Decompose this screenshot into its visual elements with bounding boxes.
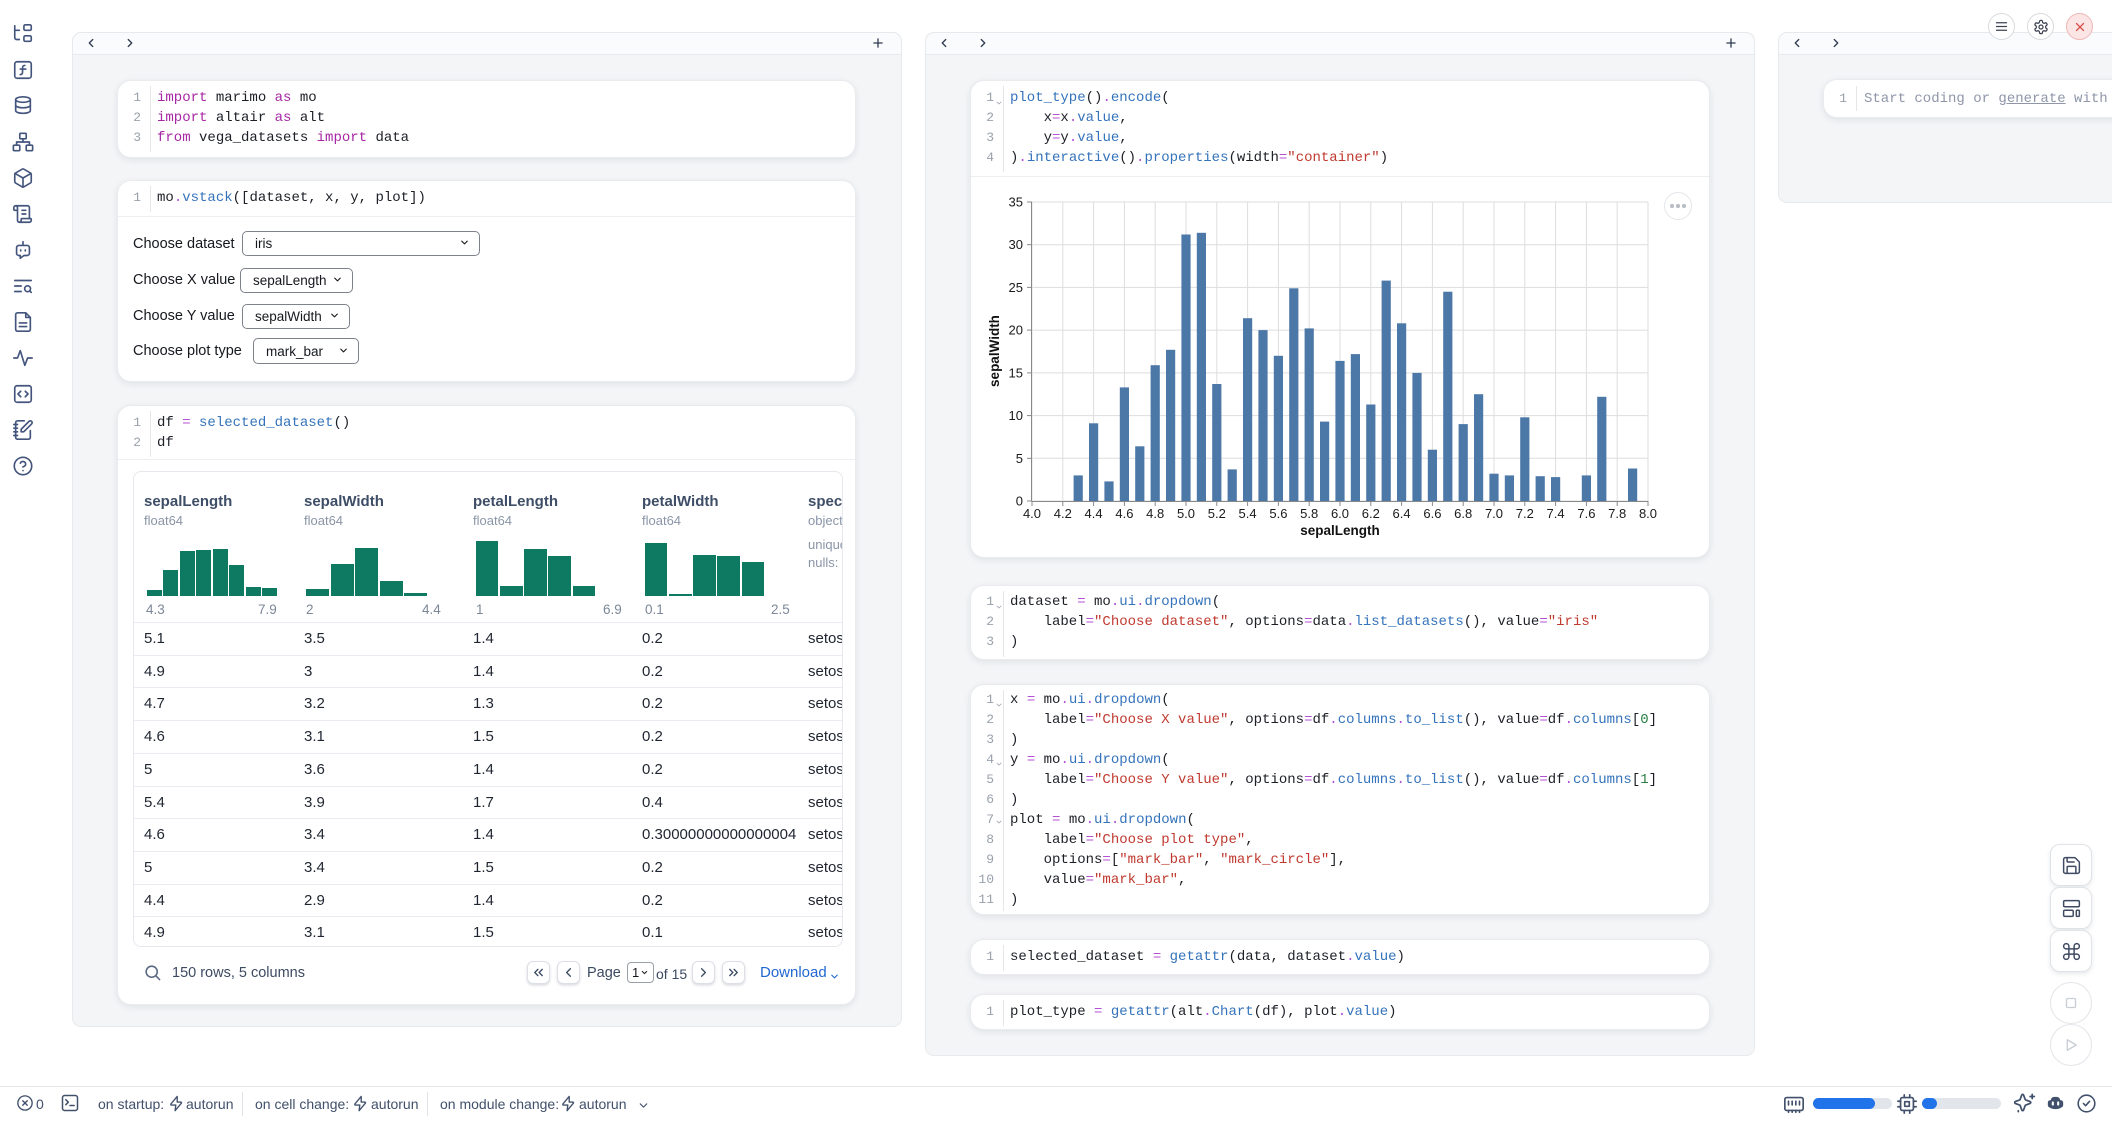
svg-text:4.8: 4.8 <box>1146 506 1164 521</box>
svg-text:15: 15 <box>1009 365 1023 380</box>
svg-text:6.0: 6.0 <box>1331 506 1349 521</box>
svg-text:5: 5 <box>1016 451 1023 466</box>
svg-text:7.2: 7.2 <box>1516 506 1534 521</box>
svg-text:10: 10 <box>1009 408 1023 423</box>
svg-text:4.4: 4.4 <box>1085 506 1103 521</box>
svg-text:sepalLength: sepalLength <box>1300 523 1380 538</box>
svg-text:8.0: 8.0 <box>1639 506 1657 521</box>
svg-text:5.8: 5.8 <box>1300 506 1318 521</box>
svg-text:35: 35 <box>1009 195 1023 210</box>
svg-text:5.4: 5.4 <box>1239 506 1257 521</box>
svg-text:0: 0 <box>1016 494 1023 509</box>
svg-text:7.4: 7.4 <box>1547 506 1565 521</box>
svg-text:25: 25 <box>1009 280 1023 295</box>
svg-text:7.6: 7.6 <box>1577 506 1595 521</box>
svg-text:6.4: 6.4 <box>1393 506 1411 521</box>
svg-text:4.0: 4.0 <box>1023 506 1041 521</box>
svg-text:5.6: 5.6 <box>1269 506 1287 521</box>
svg-text:7.8: 7.8 <box>1608 506 1626 521</box>
svg-text:5.0: 5.0 <box>1177 506 1195 521</box>
svg-text:20: 20 <box>1009 323 1023 338</box>
svg-text:30: 30 <box>1009 237 1023 252</box>
svg-text:sepalWidth: sepalWidth <box>987 315 1002 387</box>
svg-text:6.8: 6.8 <box>1454 506 1472 521</box>
svg-text:6.6: 6.6 <box>1423 506 1441 521</box>
svg-text:7.0: 7.0 <box>1485 506 1503 521</box>
svg-text:6.2: 6.2 <box>1362 506 1380 521</box>
svg-text:4.6: 4.6 <box>1115 506 1133 521</box>
svg-text:4.2: 4.2 <box>1054 506 1072 521</box>
svg-text:5.2: 5.2 <box>1208 506 1226 521</box>
